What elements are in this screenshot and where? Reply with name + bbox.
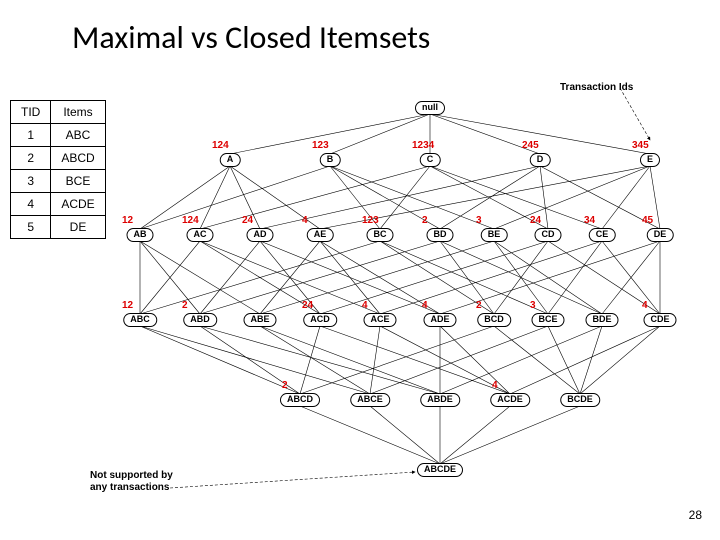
transaction-id-badge: 3 xyxy=(530,300,536,311)
transaction-id-badge: 2 xyxy=(476,300,482,311)
transaction-id-badge: 3 xyxy=(476,215,482,226)
transaction-id-badge: 34 xyxy=(584,215,595,226)
lattice-node: ADE xyxy=(423,313,456,327)
lattice-node: AE xyxy=(307,228,334,242)
lattice-node: D xyxy=(530,153,551,167)
lattice-node: ACDE xyxy=(490,393,530,407)
transaction-id-badge: 124 xyxy=(212,140,229,151)
transaction-id-badge: 4 xyxy=(422,300,428,311)
lattice-node: BCDE xyxy=(560,393,600,407)
lattice-node: ABD xyxy=(183,313,217,327)
transaction-id-badge: 245 xyxy=(522,140,539,151)
transaction-id-badge: 124 xyxy=(182,215,199,226)
lattice-edges-svg xyxy=(0,0,720,540)
lattice-node: DE xyxy=(647,228,674,242)
lattice-node: E xyxy=(640,153,660,167)
transaction-id-badge: 4 xyxy=(362,300,368,311)
transaction-id-badge: 123 xyxy=(362,215,379,226)
lattice-node: BD xyxy=(427,228,454,242)
lattice-node: AD xyxy=(247,228,274,242)
lattice-node: ABCD xyxy=(280,393,320,407)
lattice-node: CE xyxy=(589,228,616,242)
lattice-node: C xyxy=(420,153,441,167)
lattice-node: ABDE xyxy=(420,393,460,407)
lattice-node: CD xyxy=(535,228,562,242)
transaction-id-badge: 4 xyxy=(302,215,308,226)
transaction-id-badge: 1234 xyxy=(412,140,434,151)
lattice-node: A xyxy=(220,153,241,167)
transaction-id-badge: 45 xyxy=(642,215,653,226)
lattice-node: BDE xyxy=(585,313,618,327)
lattice-node: BCD xyxy=(477,313,511,327)
transaction-id-badge: 12 xyxy=(122,215,133,226)
transaction-id-badge: 345 xyxy=(632,140,649,151)
transaction-id-badge: 24 xyxy=(242,215,253,226)
transaction-id-badge: 2 xyxy=(182,300,188,311)
lattice-node: ABCE xyxy=(350,393,390,407)
lattice-node: BCE xyxy=(531,313,564,327)
lattice-node: ACD xyxy=(303,313,337,327)
transaction-id-badge: 24 xyxy=(302,300,313,311)
transaction-id-badge: 2 xyxy=(282,380,288,391)
lattice-node: BE xyxy=(481,228,508,242)
transaction-id-badge: 4 xyxy=(492,380,498,391)
lattice-node: ABE xyxy=(243,313,276,327)
lattice-node: B xyxy=(320,153,341,167)
lattice-node: ABC xyxy=(123,313,157,327)
lattice-node: AB xyxy=(127,228,154,242)
lattice-node: null xyxy=(415,101,445,115)
transaction-id-badge: 2 xyxy=(422,215,428,226)
transaction-id-badge: 123 xyxy=(312,140,329,151)
lattice-node: CDE xyxy=(643,313,676,327)
transaction-id-badge: 12 xyxy=(122,300,133,311)
lattice-node: ACE xyxy=(363,313,396,327)
lattice-node: ABCDE xyxy=(417,463,463,477)
transaction-id-badge: 24 xyxy=(530,215,541,226)
lattice-node: AC xyxy=(187,228,214,242)
lattice-node: BC xyxy=(367,228,394,242)
transaction-id-badge: 4 xyxy=(642,300,648,311)
